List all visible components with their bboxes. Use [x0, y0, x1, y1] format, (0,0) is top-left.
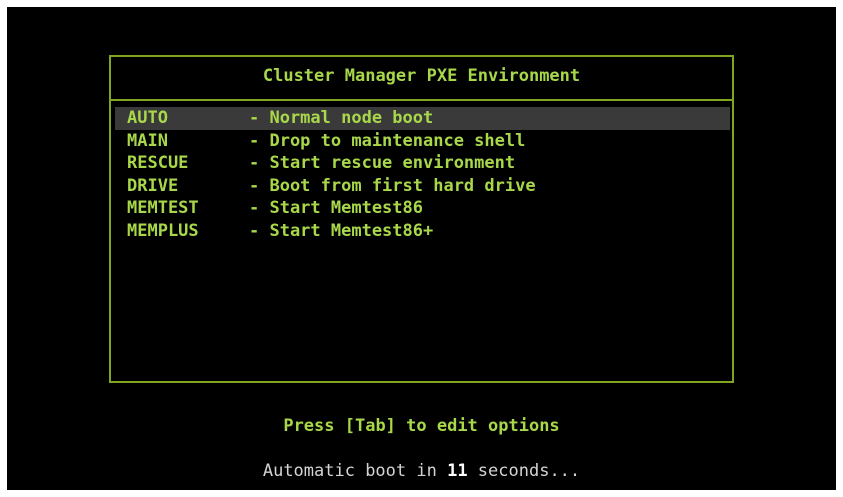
countdown-suffix: seconds...	[467, 461, 581, 481]
edit-options-hint: Press [Tab] to edit options	[283, 416, 560, 436]
menu-title: Cluster Manager PXE Environment	[111, 57, 732, 101]
menu-item-description: - Start Memtest86	[249, 198, 423, 218]
menu-item-memtest[interactable]: MEMTEST - Start Memtest86	[115, 197, 730, 220]
menu-item-memplus[interactable]: MEMPLUS - Start Memtest86+	[115, 220, 730, 243]
boot-screen: Cluster Manager PXE Environment AUTO - N…	[7, 7, 836, 490]
menu-item-label: MEMPLUS	[127, 220, 199, 241]
menu-item-auto[interactable]: AUTO - Normal node boot	[115, 107, 730, 130]
menu-item-description: - Start rescue environment	[249, 153, 516, 173]
menu-entries: AUTO - Normal node boot MAIN - Drop to m…	[111, 107, 732, 242]
menu-item-description: - Boot from first hard drive	[249, 175, 536, 196]
menu-item-label: MEMTEST	[127, 198, 199, 218]
boot-countdown: Automatic boot in 11 seconds...	[7, 461, 836, 481]
countdown-prefix: Automatic boot in	[262, 461, 448, 481]
menu-item-rescue[interactable]: RESCUE - Start rescue environment	[115, 152, 730, 175]
menu-item-description: - Start Memtest86+	[249, 220, 434, 241]
menu-item-label: MAIN	[127, 130, 168, 151]
menu-item-description: - Drop to maintenance shell	[249, 130, 526, 151]
countdown-seconds: 11	[447, 461, 468, 481]
menu-item-label: RESCUE	[127, 153, 189, 173]
menu-item-label: DRIVE	[127, 175, 179, 196]
menu-item-label: AUTO	[127, 108, 168, 128]
boot-menu: Cluster Manager PXE Environment AUTO - N…	[109, 55, 734, 383]
menu-item-description: - Normal node boot	[249, 108, 434, 128]
menu-item-drive[interactable]: DRIVE - Boot from first hard drive	[115, 175, 730, 198]
menu-item-main[interactable]: MAIN - Drop to maintenance shell	[115, 130, 730, 153]
